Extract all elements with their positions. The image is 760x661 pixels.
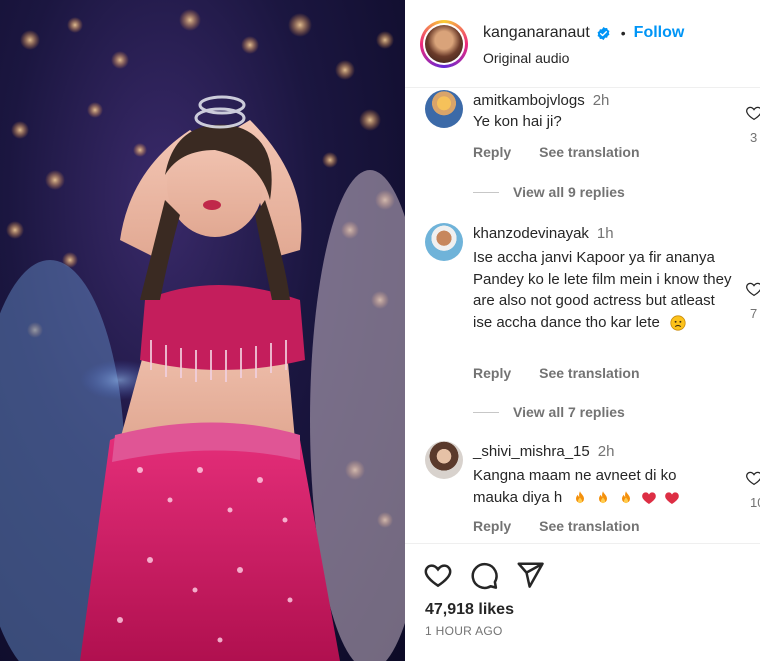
commenter-username[interactable]: khanzodevinayak: [473, 225, 589, 242]
commenter-avatar[interactable]: [425, 90, 463, 128]
post-timestamp[interactable]: 1 HOUR AGO: [425, 624, 503, 638]
comment-time: 2h: [592, 92, 610, 109]
paper-plane-icon[interactable]: [515, 560, 545, 590]
red-heart-emoji-icon: [665, 491, 680, 504]
comment-actions: Reply See translation: [473, 144, 640, 160]
separator-dot: •: [620, 25, 626, 41]
post-media[interactable]: [0, 0, 405, 661]
commenter-avatar[interactable]: [425, 223, 463, 261]
comment-text: Kangna maam ne avneet di ko mauka diya h: [473, 465, 738, 508]
commenter-username[interactable]: amitkambojvlogs: [473, 92, 585, 109]
sad-face-emoji-icon: [670, 314, 686, 331]
post-footer: 47,918 likes 1 HOUR AGO: [405, 543, 760, 661]
comment-like-count: 3: [750, 130, 758, 145]
post-side-panel: kanganaranaut • Follow Original audio am…: [405, 0, 760, 661]
comment-text: Ise accha janvi Kapoor ya fir ananya Pan…: [473, 247, 738, 333]
follow-button[interactable]: Follow: [634, 24, 685, 42]
comment-bubble-icon[interactable]: [469, 560, 499, 590]
fire-emoji-icon: [599, 490, 608, 503]
comment-text-body: Ise accha janvi Kapoor ya fir ananya Pan…: [473, 249, 732, 331]
view-replies-label: View all 7 replies: [513, 404, 625, 420]
see-translation-button[interactable]: See translation: [539, 518, 639, 534]
audio-label[interactable]: Original audio: [483, 50, 569, 66]
comment-text-line-with-emoji: mauka diya h: [473, 487, 738, 509]
commenter-avatar[interactable]: [425, 441, 463, 479]
comment-like-count: 10: [750, 495, 760, 510]
comment-like-heart-icon[interactable]: [745, 104, 760, 122]
author-username[interactable]: kanganaranaut: [483, 24, 590, 42]
view-replies-button[interactable]: View all 7 replies: [473, 404, 625, 420]
heart-icon[interactable]: [423, 560, 453, 590]
view-replies-button[interactable]: View all 9 replies: [473, 184, 625, 200]
comments-list[interactable]: amitkambojvlogs 2h Ye kon hai ji? Reply S…: [405, 88, 760, 543]
comment-time: 2h: [597, 443, 615, 460]
comment-text-line: mauka diya h: [473, 488, 563, 506]
comment-actions: Reply See translation: [473, 518, 640, 534]
comment-header: khanzodevinayak 1h: [473, 225, 614, 242]
comment-text: Ye kon hai ji?: [473, 113, 562, 130]
comment-like-heart-icon[interactable]: [745, 280, 760, 298]
comment-text-line: Kangna maam ne avneet di ko: [473, 467, 677, 484]
see-translation-button[interactable]: See translation: [539, 144, 639, 160]
commenter-username[interactable]: _shivi_mishra_15: [473, 443, 590, 460]
comment-like-heart-icon[interactable]: [745, 469, 760, 487]
see-translation-button[interactable]: See translation: [539, 365, 639, 381]
comment-time: 1h: [596, 225, 614, 242]
comment-like-count: 7: [750, 306, 758, 321]
view-replies-label: View all 9 replies: [513, 184, 625, 200]
replies-divider: [473, 191, 499, 193]
dancer-video-frame: [0, 9, 405, 661]
fire-emoji-icon: [576, 490, 585, 503]
reply-button[interactable]: Reply: [473, 144, 511, 160]
emoji-group: [670, 314, 686, 331]
reply-button[interactable]: Reply: [473, 518, 511, 534]
comment-header: _shivi_mishra_15 2h: [473, 443, 614, 460]
author-line: kanganaranaut • Follow: [483, 24, 684, 42]
replies-divider: [473, 411, 499, 413]
author-avatar[interactable]: [420, 20, 468, 68]
red-heart-emoji-icon: [642, 491, 657, 504]
emoji-group: [572, 490, 680, 506]
fire-emoji-icon: [622, 490, 631, 503]
comment-header: amitkambojvlogs 2h: [473, 92, 609, 109]
reply-button[interactable]: Reply: [473, 365, 511, 381]
verified-badge-icon: [597, 26, 610, 40]
post-action-bar: [423, 560, 545, 590]
likes-count[interactable]: 47,918 likes: [425, 601, 514, 619]
comment-actions: Reply See translation: [473, 365, 640, 381]
post-header: kanganaranaut • Follow Original audio: [405, 0, 760, 88]
